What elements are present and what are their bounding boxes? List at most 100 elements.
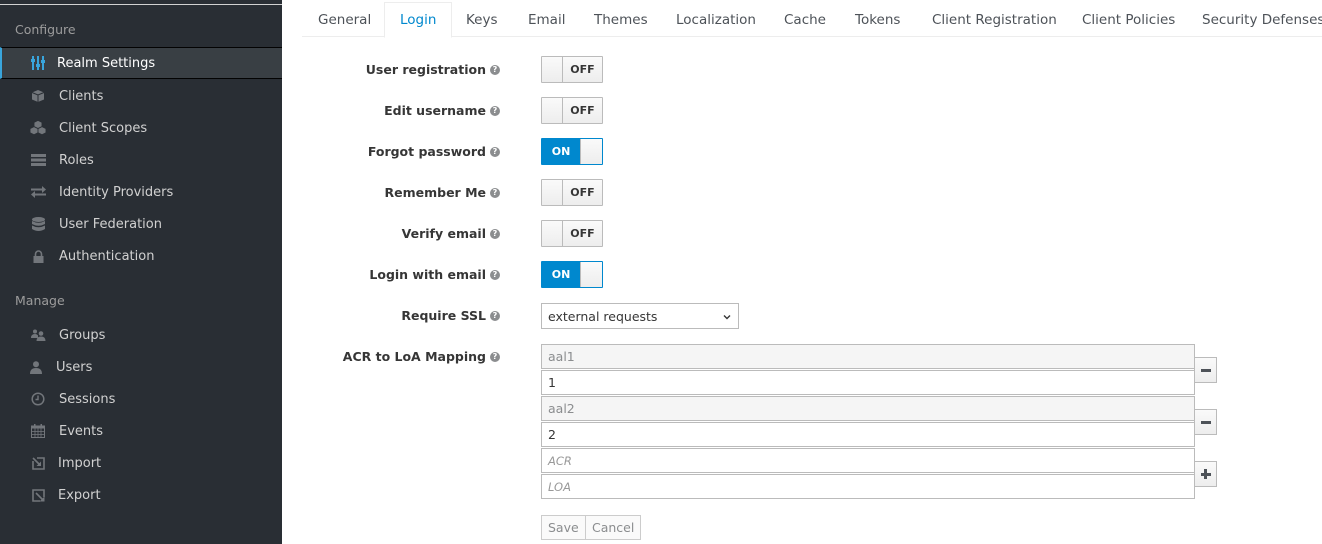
save-button[interactable]: Save (541, 515, 586, 540)
calendar-icon (30, 423, 46, 439)
help-icon[interactable]: ? (490, 187, 500, 198)
select-value: external requests (548, 308, 658, 324)
sidebar-item-label: Groups (59, 327, 106, 343)
sidebar-item-export[interactable]: Export (0, 479, 282, 511)
edit-username-label: Edit username? (384, 103, 500, 118)
tab-client-registration[interactable]: Client Registration (917, 2, 1072, 37)
switch-state: OFF (563, 180, 602, 205)
label-text: User registration (365, 62, 486, 77)
sidebar-item-label: Realm Settings (57, 55, 156, 71)
require-ssl-label: Require SSL? (401, 308, 500, 323)
sidebar-item-realm-settings[interactable]: Realm Settings (0, 47, 282, 79)
help-icon[interactable]: ? (490, 64, 500, 75)
label-text: ACR to LoA Mapping (342, 349, 486, 364)
login-with-email-switch[interactable]: ON (541, 261, 603, 288)
help-icon[interactable]: ? (490, 228, 500, 239)
sidebar-item-label: Client Scopes (59, 120, 148, 136)
forgot-password-switch[interactable]: ON (541, 138, 603, 165)
user-registration-switch[interactable]: OFF (541, 56, 603, 83)
lock-icon (30, 248, 46, 264)
sidebar-item-identity-providers[interactable]: Identity Providers (0, 176, 282, 208)
sidebar: Configure Realm Settings Clients Client … (0, 0, 282, 544)
sidebar-item-label: Events (59, 423, 104, 439)
switch-state: OFF (563, 57, 602, 82)
sidebar-item-events[interactable]: Events (0, 415, 282, 447)
help-icon[interactable]: ? (490, 351, 500, 362)
tab-keys[interactable]: Keys (451, 2, 513, 37)
tab-login[interactable]: Login (384, 2, 453, 38)
help-icon[interactable]: ? (490, 310, 500, 321)
acr-loa-mapping-label: ACR to LoA Mapping? (343, 349, 500, 364)
tab-localization[interactable]: Localization (661, 2, 771, 37)
sidebar-item-label: Clients (59, 88, 104, 104)
export-icon (30, 487, 46, 503)
switch-knob (542, 180, 563, 205)
sidebar-item-label: User Federation (59, 216, 162, 232)
sidebar-item-label: Import (58, 455, 102, 471)
help-icon[interactable]: ? (490, 146, 500, 157)
sidebar-item-users[interactable]: Users (0, 351, 282, 383)
sidebar-item-label: Authentication (59, 248, 155, 264)
login-with-email-label: Login with email? (369, 267, 500, 282)
require-ssl-select[interactable]: external requests (541, 303, 739, 329)
forgot-password-label: Forgot password? (368, 144, 500, 159)
add-mapping-button[interactable] (1194, 461, 1217, 487)
tab-themes[interactable]: Themes (579, 2, 663, 37)
verify-email-switch[interactable]: OFF (541, 220, 603, 247)
acr-key-input[interactable]: aal2 (541, 396, 1195, 421)
verify-email-label: Verify email? (402, 226, 500, 241)
sidebar-item-label: Sessions (59, 391, 116, 407)
sidebar-item-sessions[interactable]: Sessions (0, 383, 282, 415)
sliders-icon (30, 55, 46, 71)
cancel-button[interactable]: Cancel (585, 515, 642, 540)
switch-knob (580, 262, 602, 287)
switch-knob (580, 139, 602, 164)
remove-mapping-button[interactable] (1194, 409, 1217, 435)
section-title-manage: Manage (15, 293, 65, 308)
switch-state: ON (542, 262, 580, 287)
switch-knob (542, 57, 563, 82)
plus-icon (1200, 469, 1211, 479)
tab-cache[interactable]: Cache (769, 2, 841, 37)
clock-icon (30, 391, 46, 407)
help-icon[interactable]: ? (490, 269, 500, 280)
switch-state: OFF (563, 98, 602, 123)
new-loa-input[interactable]: LOA (541, 474, 1195, 499)
tab-email[interactable]: Email (513, 2, 580, 37)
loa-value-input[interactable]: 1 (541, 370, 1195, 395)
label-text: Verify email (401, 226, 486, 241)
help-icon[interactable]: ? (490, 105, 500, 116)
cubes-icon (30, 120, 46, 136)
switch-knob (542, 98, 563, 123)
sidebar-item-client-scopes[interactable]: Client Scopes (0, 112, 282, 144)
sidebar-item-clients[interactable]: Clients (0, 80, 282, 112)
label-text: Forgot password (367, 144, 486, 159)
tab-tokens[interactable]: Tokens (840, 2, 915, 37)
minus-icon (1200, 420, 1211, 424)
label-text: Login with email (369, 267, 486, 282)
edit-username-switch[interactable]: OFF (541, 97, 603, 124)
sidebar-divider (0, 4, 282, 5)
sidebar-item-label: Users (56, 359, 93, 375)
label-text: Require SSL (401, 308, 486, 323)
user-registration-label: User registration? (366, 62, 500, 77)
sidebar-item-authentication[interactable]: Authentication (0, 240, 282, 272)
import-icon (30, 455, 46, 471)
tab-general[interactable]: General (303, 2, 386, 37)
user-icon (28, 359, 44, 375)
sidebar-item-roles[interactable]: Roles (0, 144, 282, 176)
label-text: Remember Me (384, 185, 487, 200)
loa-value-input[interactable]: 2 (541, 422, 1195, 447)
database-icon (30, 216, 46, 232)
sidebar-item-label: Roles (59, 152, 94, 168)
sidebar-item-groups[interactable]: Groups (0, 319, 282, 351)
acr-key-input[interactable]: aal1 (541, 344, 1195, 369)
label-text: Edit username (384, 103, 486, 118)
remember-me-switch[interactable]: OFF (541, 179, 603, 206)
tab-security-defenses[interactable]: Security Defenses (1187, 2, 1322, 37)
sidebar-item-import[interactable]: Import (0, 447, 282, 479)
sidebar-item-user-federation[interactable]: User Federation (0, 208, 282, 240)
new-acr-input[interactable]: ACR (541, 448, 1195, 473)
remove-mapping-button[interactable] (1194, 357, 1217, 383)
tab-client-policies[interactable]: Client Policies (1067, 2, 1190, 37)
